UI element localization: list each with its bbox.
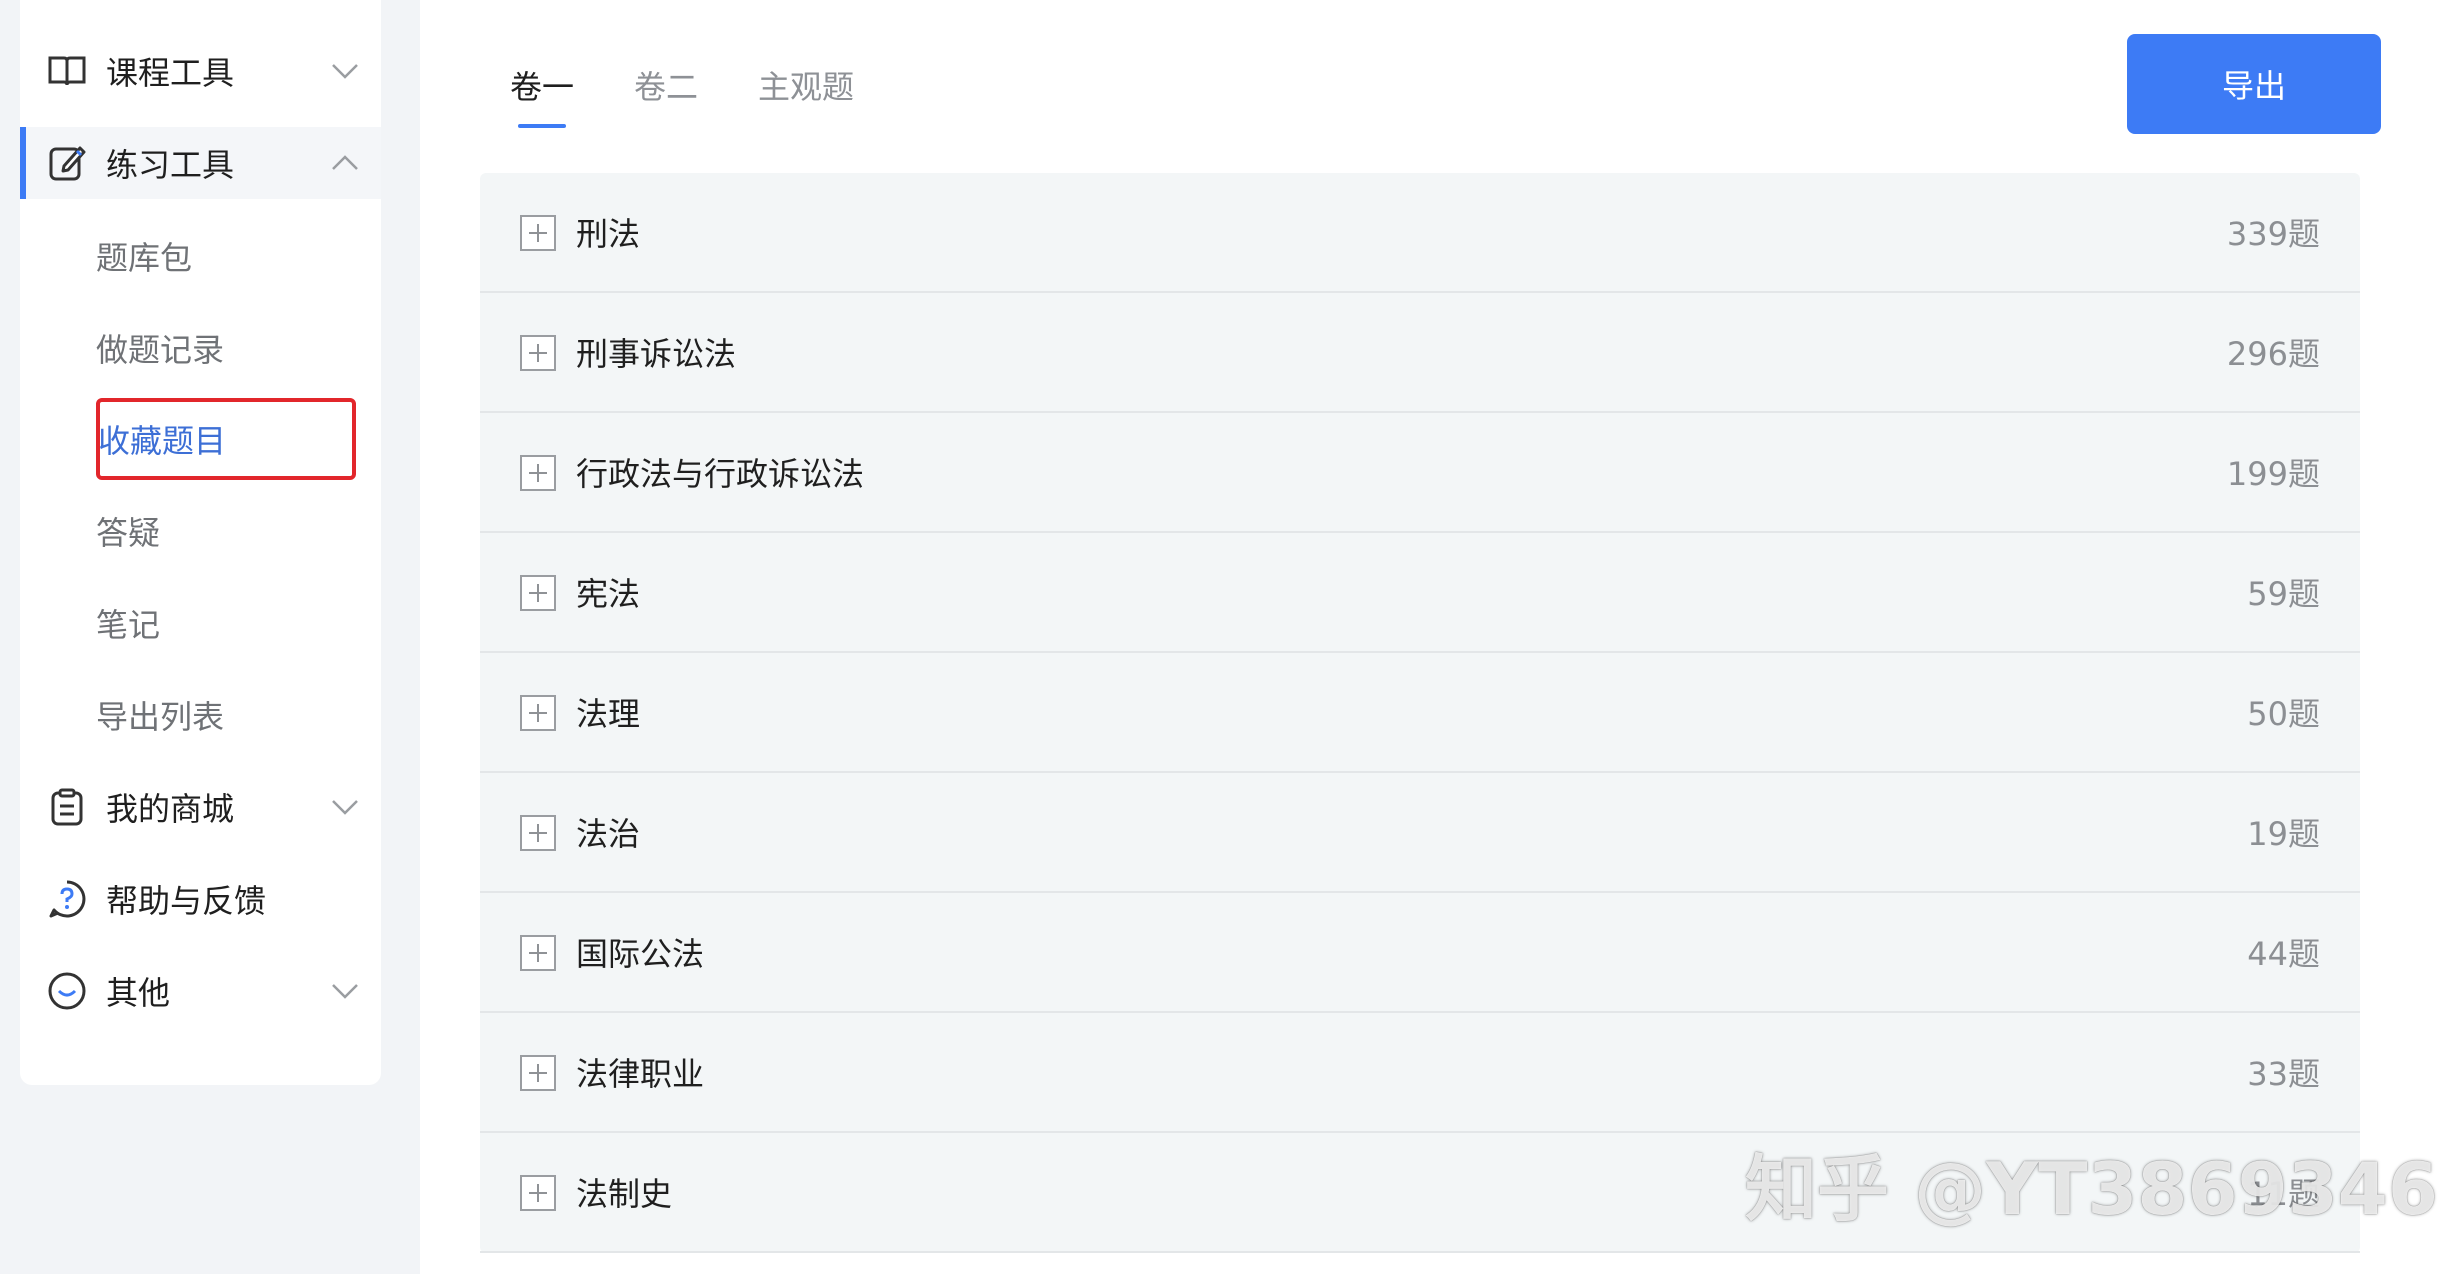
menu-group-help-feedback[interactable]: 帮助与反馈 [20, 863, 381, 935]
chevron-up-icon [329, 147, 361, 179]
export-button[interactable]: 导出 [2127, 34, 2381, 134]
subject-count: 11题 [2247, 1175, 2320, 1213]
menu-label-help-feedback: 帮助与反馈 [106, 882, 267, 920]
menu-label-my-mall: 我的商城 [106, 790, 235, 828]
menu-group-course-tools[interactable]: 课程工具 [20, 35, 381, 107]
expand-plus-icon[interactable] [520, 1175, 556, 1211]
chevron-down-icon [329, 791, 361, 823]
menu-group-other[interactable]: 其他 [20, 955, 381, 1027]
subject-count: 199题 [2226, 455, 2320, 493]
subject-name: 行政法与行政诉讼法 [576, 455, 865, 493]
expand-plus-icon[interactable] [520, 215, 556, 251]
expand-plus-icon[interactable] [520, 575, 556, 611]
expand-plus-icon[interactable] [520, 335, 556, 371]
subject-row[interactable]: 法律职业 33题 [480, 1013, 2360, 1133]
subject-count: 50题 [2247, 695, 2320, 733]
subject-count: 44题 [2247, 935, 2320, 973]
menu-group-my-mall[interactable]: 我的商城 [20, 771, 381, 843]
edit-icon [46, 142, 88, 184]
subject-row[interactable]: 行政法与行政诉讼法 199题 [480, 413, 2360, 533]
subject-name: 刑法 [576, 215, 641, 253]
subject-row[interactable]: 刑事诉讼法 296题 [480, 293, 2360, 413]
subject-count: 296题 [2226, 335, 2320, 373]
tab-subjective[interactable]: 主观题 [758, 62, 854, 122]
subject-list: 刑法 339题 刑事诉讼法 296题 行政法与行政诉讼法 199题 宪法 59题… [480, 173, 2360, 1253]
expand-plus-icon[interactable] [520, 1055, 556, 1091]
sidebar: 课程工具 练习工具 题库包 做题记录 收藏题目 答疑 笔记 导出列表 我的商城 … [20, 0, 381, 1085]
expand-plus-icon[interactable] [520, 935, 556, 971]
expand-plus-icon[interactable] [520, 815, 556, 851]
subject-name: 法治 [576, 815, 641, 853]
help-icon [46, 878, 88, 920]
subject-count: 339题 [2226, 215, 2320, 253]
main-panel: 卷一 卷二 主观题 导出 刑法 339题 刑事诉讼法 296题 行政法与行政诉讼… [420, 0, 2438, 1274]
smile-icon [46, 970, 88, 1012]
subject-row[interactable]: 法制史 11题 [480, 1133, 2360, 1253]
subject-name: 宪法 [576, 575, 641, 613]
book-icon [46, 50, 88, 92]
expand-plus-icon[interactable] [520, 455, 556, 491]
menu-group-practice-tools[interactable]: 练习工具 [20, 127, 381, 199]
sub-item-qa[interactable]: 答疑 [96, 495, 160, 567]
subject-count: 59题 [2247, 575, 2320, 613]
sub-item-favorites[interactable]: 收藏题目 [98, 403, 226, 475]
subject-name: 国际公法 [576, 935, 705, 973]
subject-row[interactable]: 国际公法 44题 [480, 893, 2360, 1013]
chevron-down-icon [329, 975, 361, 1007]
menu-label-course-tools: 课程工具 [106, 54, 235, 92]
expand-plus-icon[interactable] [520, 695, 556, 731]
sub-item-question-bank[interactable]: 题库包 [96, 220, 192, 292]
subject-row[interactable]: 法理 50题 [480, 653, 2360, 773]
subject-name: 法律职业 [576, 1055, 705, 1093]
menu-label-practice-tools: 练习工具 [106, 146, 235, 184]
tab-bar: 卷一 卷二 主观题 [510, 62, 854, 128]
subject-name: 刑事诉讼法 [576, 335, 737, 373]
subject-row[interactable]: 法治 19题 [480, 773, 2360, 893]
tab-paper-one[interactable]: 卷一 [510, 62, 574, 128]
subject-row[interactable]: 刑法 339题 [480, 173, 2360, 293]
chevron-down-icon [329, 55, 361, 87]
clipboard-icon [46, 786, 88, 828]
sub-item-practice-record[interactable]: 做题记录 [96, 312, 224, 384]
subject-row[interactable]: 宪法 59题 [480, 533, 2360, 653]
menu-label-other: 其他 [106, 974, 171, 1012]
tab-paper-two[interactable]: 卷二 [634, 62, 698, 122]
subject-count: 33题 [2247, 1055, 2320, 1093]
subject-name: 法制史 [576, 1175, 673, 1213]
sub-item-notes[interactable]: 笔记 [96, 587, 160, 659]
subject-count: 19题 [2247, 815, 2320, 853]
subject-name: 法理 [576, 695, 641, 733]
sub-item-export-list[interactable]: 导出列表 [96, 679, 224, 751]
